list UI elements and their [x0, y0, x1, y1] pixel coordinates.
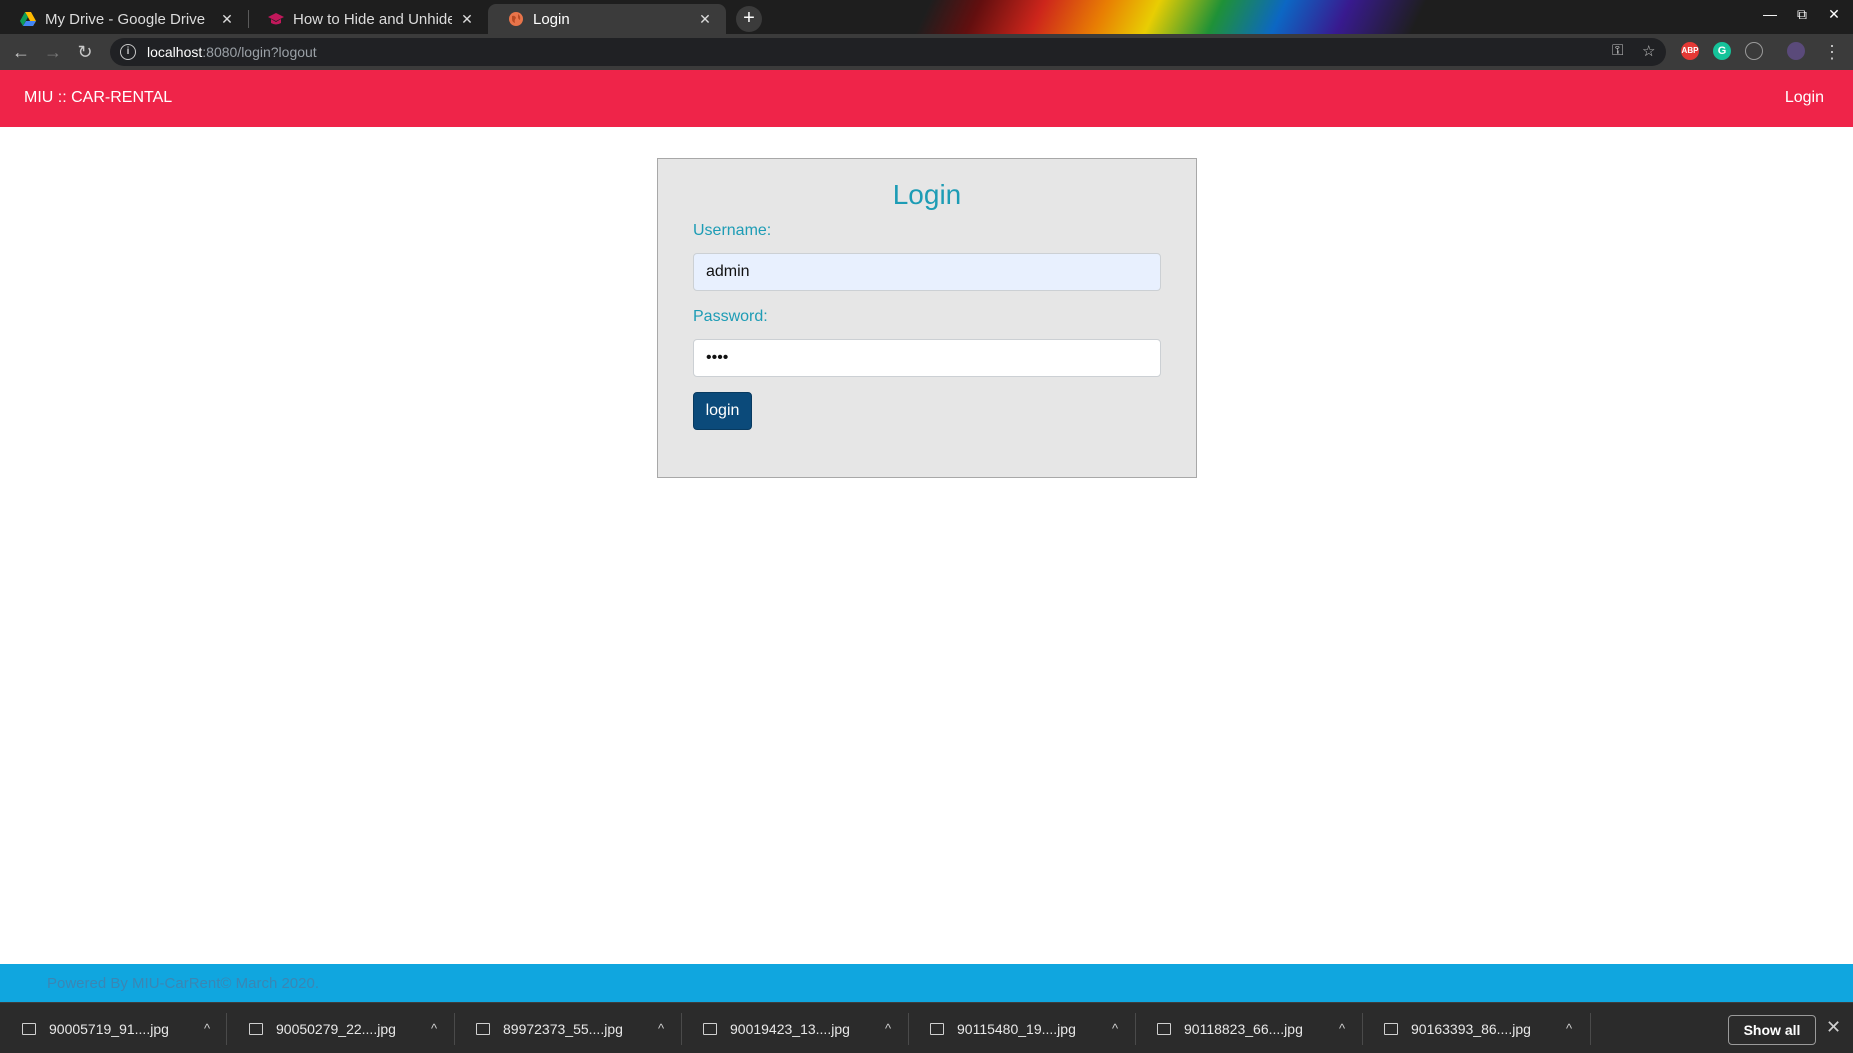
- download-item[interactable]: 90005719_91....jpg ^: [22, 1003, 217, 1053]
- download-filename: 89972373_55....jpg: [503, 1020, 623, 1037]
- download-separator: [454, 1013, 455, 1045]
- chevron-up-icon[interactable]: ^: [878, 1021, 898, 1036]
- download-item[interactable]: 90163393_86....jpg ^: [1384, 1003, 1579, 1053]
- download-filename: 90019423_13....jpg: [730, 1020, 850, 1037]
- download-separator: [1590, 1013, 1591, 1045]
- adblock-plus-icon[interactable]: ABP: [1681, 42, 1699, 60]
- menu-kebab-icon[interactable]: ⋮: [1820, 40, 1844, 64]
- download-separator: [908, 1013, 909, 1045]
- download-filename: 90163393_86....jpg: [1411, 1020, 1531, 1037]
- graduation-cap-icon: [268, 13, 284, 25]
- download-filename: 90005719_91....jpg: [49, 1020, 169, 1037]
- site-brand-link[interactable]: MIU :: CAR-RENTAL: [24, 89, 172, 107]
- login-title: Login: [892, 179, 962, 210]
- chevron-up-icon[interactable]: ^: [1105, 1021, 1125, 1036]
- nav-login-link[interactable]: Login: [1785, 89, 1824, 107]
- download-filename: 90050279_22....jpg: [276, 1020, 396, 1037]
- file-icon: [476, 1022, 490, 1035]
- url-path: :8080/login?logout: [202, 44, 317, 60]
- show-all-downloads-button[interactable]: Show all: [1728, 1015, 1816, 1045]
- downloads-shelf: 90005719_91....jpg ^ 90050279_22....jpg …: [0, 1002, 1853, 1053]
- browser-tab-strip: My Drive - Google Drive ✕ How to Hide an…: [0, 0, 1853, 34]
- new-tab-button[interactable]: +: [736, 6, 762, 32]
- tab-close-icon[interactable]: ✕: [218, 11, 236, 28]
- file-icon: [22, 1022, 36, 1035]
- browser-toolbar: ← → ↻ i localhost:8080/login?logout ⚿ ☆ …: [0, 34, 1853, 70]
- file-icon: [1384, 1022, 1398, 1035]
- url-host: localhost: [147, 44, 203, 60]
- address-bar[interactable]: i localhost:8080/login?logout ⚿ ☆: [110, 38, 1666, 66]
- download-separator: [1135, 1013, 1136, 1045]
- tab-title: My Drive - Google Drive: [45, 10, 206, 28]
- password-label: Password:: [693, 308, 768, 325]
- close-icon[interactable]: ✕: [1826, 1017, 1841, 1038]
- download-filename: 90115480_19....jpg: [957, 1020, 1076, 1037]
- google-drive-icon: [20, 12, 36, 26]
- footer-text: Powered By MIU-CarRent© March 2020.: [47, 975, 319, 992]
- profile-avatar[interactable]: [1787, 42, 1805, 60]
- login-panel: Login Username: Password: login: [657, 158, 1197, 478]
- password-input[interactable]: [693, 339, 1161, 377]
- file-icon: [1157, 1022, 1171, 1035]
- download-item[interactable]: 90118823_66....jpg ^: [1157, 1003, 1352, 1053]
- download-item[interactable]: 89972373_55....jpg ^: [476, 1003, 671, 1053]
- download-item[interactable]: 90115480_19....jpg ^: [930, 1003, 1125, 1053]
- grammarly-icon[interactable]: G: [1713, 42, 1731, 60]
- username-input[interactable]: [693, 253, 1161, 291]
- site-navbar: MIU :: CAR-RENTAL Login: [0, 70, 1853, 127]
- tab-close-icon[interactable]: ✕: [458, 11, 476, 28]
- window-close-icon[interactable]: ✕: [1822, 6, 1846, 23]
- download-item[interactable]: 90050279_22....jpg ^: [249, 1003, 444, 1053]
- username-label: Username:: [693, 222, 772, 239]
- back-arrow-icon[interactable]: ←: [9, 40, 33, 64]
- site-info-icon[interactable]: i: [120, 44, 136, 60]
- chevron-up-icon[interactable]: ^: [1559, 1021, 1579, 1036]
- chevron-up-icon[interactable]: ^: [651, 1021, 671, 1036]
- extension-icon[interactable]: [1745, 42, 1763, 60]
- key-icon[interactable]: ⚿: [1612, 42, 1623, 59]
- maximize-icon[interactable]: ⧉: [1790, 6, 1814, 23]
- chevron-up-icon[interactable]: ^: [424, 1021, 444, 1036]
- tab-google-drive[interactable]: My Drive - Google Drive ✕: [0, 4, 248, 34]
- file-icon: [930, 1022, 944, 1035]
- tab-title: How to Hide and Unhide F: [293, 10, 452, 28]
- tab-close-icon[interactable]: ✕: [696, 11, 714, 28]
- file-icon: [703, 1022, 717, 1035]
- globe-icon: [509, 12, 523, 26]
- download-filename: 90118823_66....jpg: [1184, 1020, 1303, 1037]
- reload-icon[interactable]: ↻: [73, 40, 97, 64]
- tab-how-to-hide[interactable]: How to Hide and Unhide F ✕: [248, 4, 488, 34]
- download-separator: [681, 1013, 682, 1045]
- chevron-up-icon[interactable]: ^: [1332, 1021, 1352, 1036]
- wallpaper-rainbow-strip: [880, 0, 1500, 34]
- file-icon: [249, 1022, 263, 1035]
- download-separator: [1362, 1013, 1363, 1045]
- bookmark-star-icon[interactable]: ☆: [1642, 42, 1655, 60]
- chevron-up-icon[interactable]: ^: [197, 1021, 217, 1036]
- minimize-icon[interactable]: —: [1758, 6, 1782, 22]
- tab-login[interactable]: Login ✕: [488, 4, 726, 34]
- download-item[interactable]: 90019423_13....jpg ^: [703, 1003, 898, 1053]
- login-submit-button[interactable]: login: [693, 392, 752, 430]
- download-separator: [226, 1013, 227, 1045]
- forward-arrow-icon[interactable]: →: [41, 40, 65, 64]
- tab-title: Login: [533, 10, 570, 28]
- site-footer: Powered By MIU-CarRent© March 2020.: [0, 964, 1853, 1002]
